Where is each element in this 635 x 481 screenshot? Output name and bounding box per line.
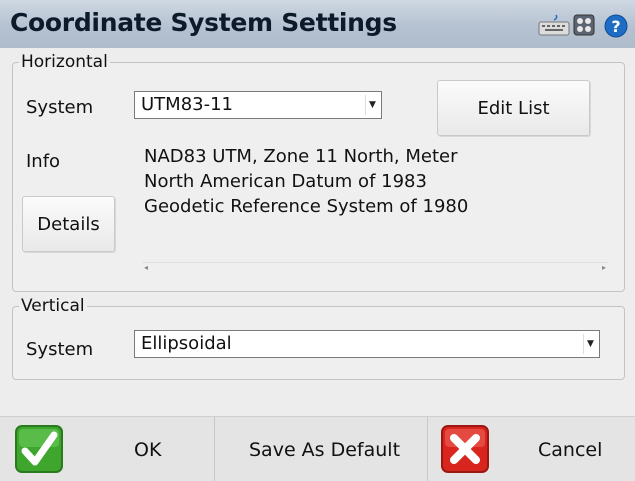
chevron-down-icon[interactable]: ▼ <box>365 95 379 115</box>
info-line: North American Datum of 1983 <box>144 171 427 192</box>
horizontal-system-label: System <box>26 97 94 118</box>
window-title: Coordinate System Settings <box>10 8 397 37</box>
checkmark-icon <box>15 425 63 473</box>
vertical-system-select[interactable]: Ellipsoidal ▼ <box>134 330 600 358</box>
edit-list-button[interactable]: Edit List <box>437 80 590 136</box>
cancel-label: Cancel <box>538 439 603 461</box>
horizontal-system-value: UTM83-11 <box>141 94 234 115</box>
chevron-down-icon[interactable]: ▼ <box>583 334 597 354</box>
footer-bar: OK Save As Default Cancel <box>0 416 635 481</box>
close-icon <box>441 425 489 473</box>
keyboard-icon[interactable] <box>538 14 570 36</box>
horizontal-system-select[interactable]: UTM83-11 ▼ <box>134 91 382 119</box>
calculator-icon[interactable] <box>573 14 595 36</box>
title-bar: Coordinate System Settings ? <box>0 0 635 48</box>
info-label: Info <box>26 151 61 172</box>
save-as-default-button[interactable]: Save As Default <box>215 417 426 481</box>
details-button[interactable]: Details <box>22 196 115 252</box>
help-icon[interactable]: ? <box>604 14 628 38</box>
ok-label: OK <box>134 439 162 461</box>
vertical-legend: Vertical <box>21 296 85 316</box>
save-as-default-label: Save As Default <box>249 439 401 461</box>
info-line: Geodetic Reference System of 1980 <box>144 196 469 217</box>
vertical-system-value: Ellipsoidal <box>141 333 232 354</box>
scroll-right-icon[interactable]: ▸ <box>602 263 606 272</box>
info-line: NAD83 UTM, Zone 11 North, Meter <box>144 146 458 167</box>
scroll-left-icon[interactable]: ◂ <box>144 263 148 272</box>
horizontal-legend: Horizontal <box>21 52 108 72</box>
svg-text:?: ? <box>611 17 620 36</box>
info-horizontal-scrollbar[interactable]: ◂ ▸ <box>142 262 608 277</box>
vertical-system-label: System <box>26 339 94 360</box>
